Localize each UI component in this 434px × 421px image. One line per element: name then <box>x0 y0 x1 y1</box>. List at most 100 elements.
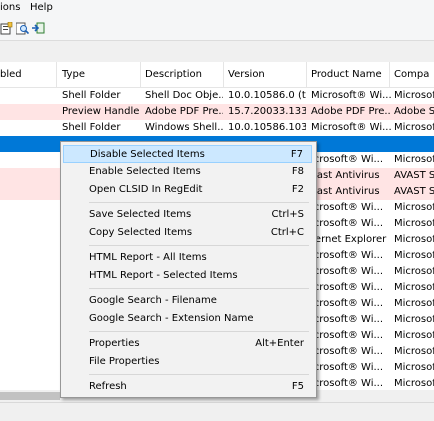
table-row[interactable]: Shell Folder Shell Doc Obje... 10.0.10586.… <box>0 88 434 104</box>
toolbar <box>0 18 434 41</box>
table-cell: Adobe PDF Pre... <box>145 106 223 117</box>
table-cell: icrosoft® Wi... <box>311 346 384 357</box>
properties-icon[interactable] <box>0 22 13 35</box>
table-cell: Microsof <box>394 218 434 229</box>
menu-separator <box>89 245 309 246</box>
menu-item-shortcut: Alt+Enter <box>255 338 304 349</box>
table-cell: Microsof <box>394 330 434 341</box>
menu-separator <box>89 374 309 375</box>
menu-item-label: File Properties <box>89 356 160 367</box>
menu-item-label: Save Selected Items <box>89 209 192 220</box>
menu-item-copy-selected-items[interactable]: Copy Selected Items Ctrl+C <box>63 224 312 242</box>
menu-item-label: Open CLSID In RegEdit <box>89 184 203 195</box>
menu-item-label: Refresh <box>89 381 127 392</box>
table-cell: Microsof <box>394 314 434 325</box>
table-cell: icrosoft® Wi... <box>311 202 384 213</box>
status-bar <box>0 402 434 421</box>
menu-item-shortcut: Ctrl+C <box>270 227 304 238</box>
table-cell: 15.7.20033.133... <box>228 106 306 117</box>
table-cell: vast Antivirus <box>311 170 380 181</box>
table-cell: icrosoft® Wi... <box>311 330 384 341</box>
table-cell: Microsof <box>394 378 434 389</box>
table-cell: Microsof <box>394 346 434 357</box>
menu-separator <box>89 202 309 203</box>
table-cell: Microsof <box>394 234 434 245</box>
menu-item-label: Enable Selected Items <box>89 166 201 177</box>
table-row[interactable]: Shell Folder Windows Shell... 10.0.10586.1… <box>0 120 434 136</box>
table-cell: Microsof <box>394 362 434 373</box>
table-cell: icrosoft® Wi... <box>311 266 384 277</box>
table-cell: vast Antivirus <box>311 186 380 197</box>
table-cell: Shell Folder <box>62 90 121 101</box>
menu-item-refresh[interactable]: Refresh F5 <box>63 378 312 396</box>
table-cell: Microsof <box>394 202 434 213</box>
menu-item-html-report-all-items[interactable]: HTML Report - All Items <box>63 249 312 267</box>
table-cell: Microsoft® Wi... <box>311 90 391 101</box>
table-cell: Preview Handler <box>62 106 140 117</box>
table-cell: icrosoft® Wi... <box>311 362 384 373</box>
menu-item-google-search-extension-name[interactable]: Google Search - Extension Name <box>63 310 312 328</box>
table-cell: Microsoft® Wi... <box>311 122 391 133</box>
menu-item-shortcut: F8 <box>291 166 304 177</box>
table-cell: Adobe Sy <box>394 106 434 117</box>
menu-item-label: Copy Selected Items <box>89 227 193 238</box>
menu-item-file-properties[interactable]: File Properties <box>63 353 312 371</box>
menu-item-label: Properties <box>89 338 140 349</box>
menu-item-label: Google Search - Extension Name <box>89 313 254 324</box>
table-cell: Microsof <box>394 154 434 165</box>
column-header-version[interactable]: Version <box>228 69 265 80</box>
menu-item-html-report-selected-items[interactable]: HTML Report - Selected Items <box>63 267 312 285</box>
table-cell: Shell Doc Obje... <box>145 90 223 101</box>
table-cell: Microsof <box>394 298 434 309</box>
table-cell: icrosoft® Wi... <box>311 154 384 165</box>
search-icon[interactable] <box>16 22 29 35</box>
menu-item-save-selected-items[interactable]: Save Selected Items Ctrl+S <box>63 206 312 224</box>
table-cell: AVAST Sc <box>394 186 434 197</box>
table-cell: AVAST Sc <box>394 170 434 181</box>
menu-item-label: HTML Report - Selected Items <box>89 270 238 281</box>
table-cell: icrosoft® Wi... <box>311 218 384 229</box>
table-cell: Microsof <box>394 90 434 101</box>
table-cell: ternet Explorer <box>311 234 387 245</box>
table-cell: Windows Shell... <box>145 122 223 133</box>
menu-item-label: HTML Report - All Items <box>89 252 207 263</box>
menu-item-shortcut: F7 <box>290 149 303 160</box>
table-cell: icrosoft® Wi... <box>311 282 384 293</box>
table-cell: Microsof <box>394 122 434 133</box>
table-cell: Microsof <box>394 282 434 293</box>
table-cell: Microsof <box>394 250 434 261</box>
menu-help[interactable]: Help <box>30 2 53 13</box>
list-header: bled Type Description Version Product Na… <box>0 62 434 88</box>
scrollbar-thumb[interactable] <box>0 392 60 400</box>
menu-item-shortcut: F2 <box>291 184 304 195</box>
menu-separator <box>89 288 309 289</box>
table-cell: icrosoft® Wi... <box>311 298 384 309</box>
table-cell: Shell Folder <box>62 122 121 133</box>
table-cell: Microsof <box>394 266 434 277</box>
column-header-company[interactable]: Compa <box>394 69 429 80</box>
menu-bar: ions Help <box>0 0 434 18</box>
menu-item-open-clsid-in-regedit[interactable]: Open CLSID In RegEdit F2 <box>63 181 312 199</box>
menu-item-shortcut: Ctrl+S <box>271 209 304 220</box>
table-row[interactable]: Preview Handler Adobe PDF Pre... 15.7.2003… <box>0 104 434 120</box>
menu-item-shortcut: F5 <box>291 381 304 392</box>
table-cell: icrosoft® Wi... <box>311 314 384 325</box>
context-menu: Disable Selected Items F7 Enable Selected … <box>60 141 317 398</box>
menu-item-label: Disable Selected Items <box>90 149 205 160</box>
column-header-product-name[interactable]: Product Name <box>311 69 382 80</box>
table-cell: 10.0.10586.103 ... <box>228 122 306 133</box>
export-icon[interactable] <box>32 22 45 35</box>
menu-separator <box>89 331 309 332</box>
table-cell: icrosoft® Wi... <box>311 250 384 261</box>
menu-item-label: Google Search - Filename <box>89 295 217 306</box>
menu-item-disable-selected-items[interactable]: Disable Selected Items F7 <box>63 145 312 163</box>
column-header-type[interactable]: Type <box>62 69 85 80</box>
table-cell: 10.0.10586.0 (t... <box>228 90 306 101</box>
column-header-description[interactable]: Description <box>145 69 202 80</box>
menu-item-google-search-filename[interactable]: Google Search - Filename <box>63 292 312 310</box>
menu-options[interactable]: ions <box>0 2 20 13</box>
column-header-enabled[interactable]: bled <box>0 69 22 80</box>
table-cell: Adobe PDF Pre... <box>311 106 391 117</box>
menu-item-enable-selected-items[interactable]: Enable Selected Items F8 <box>63 163 312 181</box>
menu-item-properties[interactable]: Properties Alt+Enter <box>63 335 312 353</box>
